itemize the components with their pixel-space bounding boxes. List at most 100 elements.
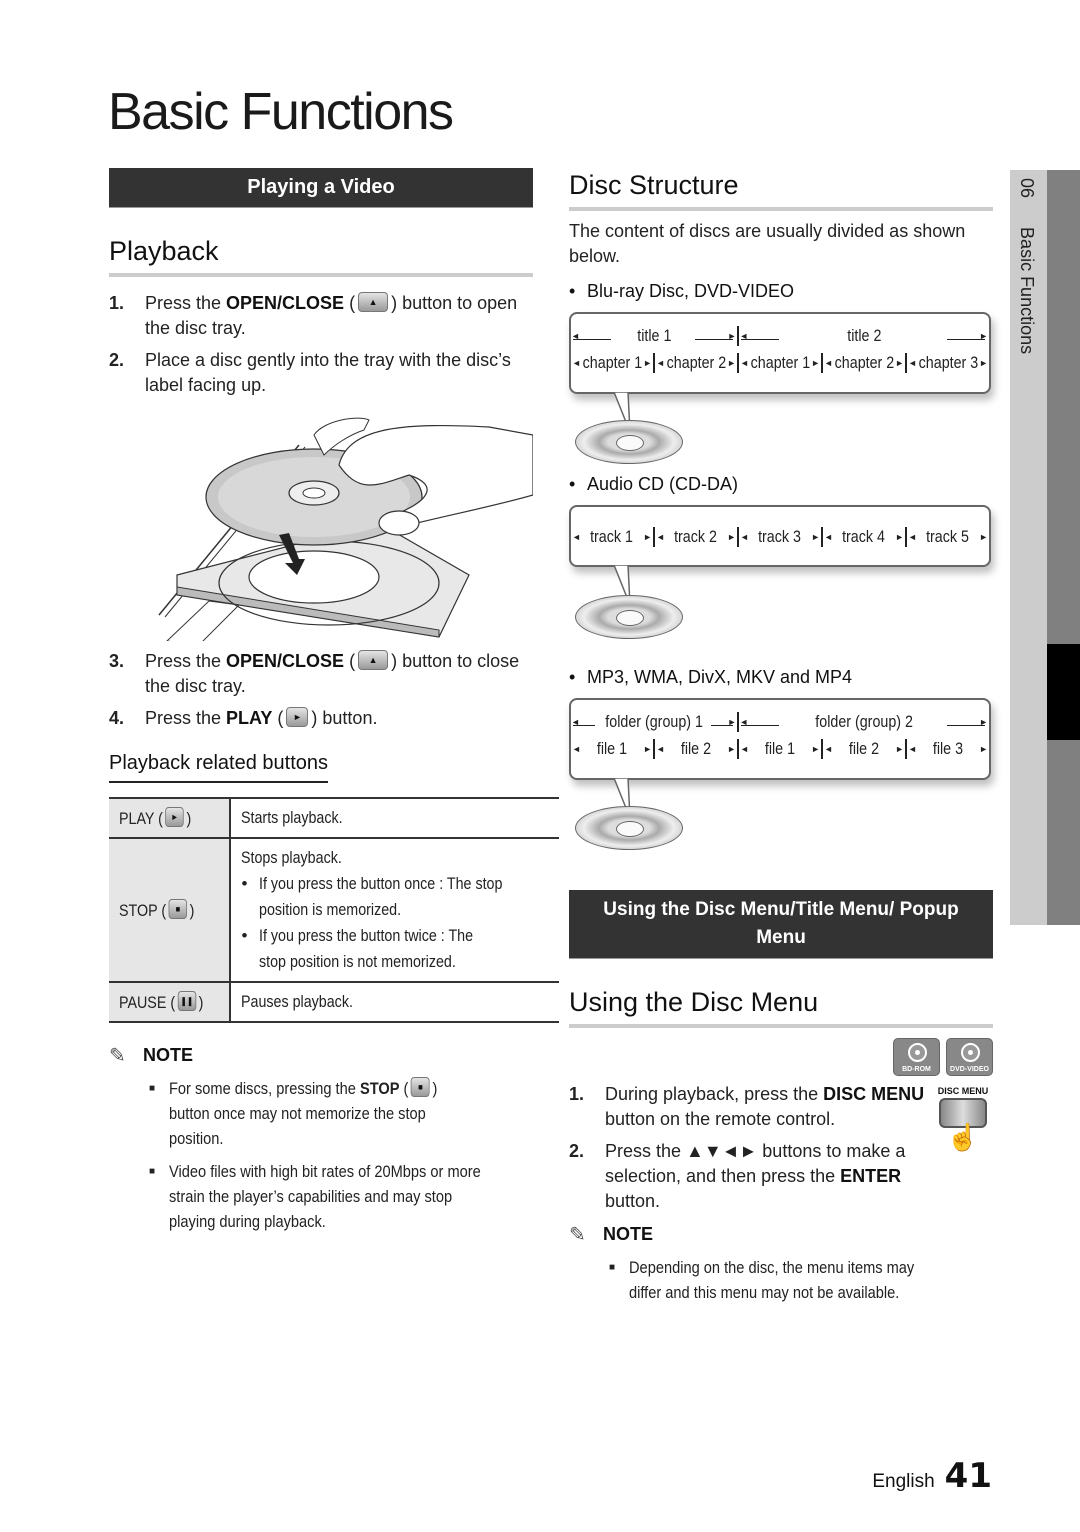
structure-bubble: ◄ track 1 ► ◄ track 2 ► ◄ track 3 ► ◄ track 4 ► … <box>569 505 991 567</box>
stop-button-icon: ■ <box>411 1077 430 1097</box>
right-column: Disc Structure The content of discs are … <box>569 170 993 1313</box>
disc-tray-illustration <box>109 405 534 646</box>
step-number: 2. <box>569 1141 585 1161</box>
group-segment: ◄ title 1 ► <box>571 325 740 346</box>
disc-icon <box>575 420 683 464</box>
item-segment: ◄ track 5 ► <box>905 526 989 547</box>
playback-buttons-table: PLAY (►) Starts playback. STOP (■) Stops… <box>109 797 560 1023</box>
chapter-tab-label: 06 Basic Functions <box>1016 178 1037 354</box>
step-2: 2. Press the ▲▼◄► buttons to make a sele… <box>569 1139 929 1214</box>
step-number: 4. <box>109 708 125 728</box>
heading-playback: Playback <box>109 236 533 277</box>
page-number: 41 <box>944 1456 992 1496</box>
section-bar-disc-menu: Using the Disc Menu/Title Menu/ Popup Me… <box>569 890 993 959</box>
subheading-playback-related-buttons: Playback related buttons <box>109 752 329 783</box>
square-bullet-icon: ■ <box>149 1083 156 1094</box>
item-segment: ◄ track 1 ► <box>572 526 652 546</box>
play-button-icon: ► <box>286 707 309 727</box>
step-number: 3. <box>109 651 125 671</box>
disc-type-label: • Audio CD (CD-DA) <box>569 474 739 494</box>
item-segment: ◄ track 4 ► <box>821 526 905 547</box>
item-segment: ◄ track 3 ► <box>737 526 821 547</box>
dvd-video-badge: DVD-VIDEO <box>946 1038 993 1076</box>
footer-language: English <box>872 1471 935 1492</box>
hand-inserting-disc-image <box>158 417 534 646</box>
item-segment: ◄ chapter 1 ► <box>572 352 652 372</box>
bd-rom-badge: BD-ROM <box>893 1038 940 1076</box>
disc-icon <box>575 595 683 639</box>
table-row: PLAY (►) Starts playback. <box>109 797 560 839</box>
intro-text: The content of discs are usually divided… <box>569 221 966 266</box>
section-bar-playing-a-video: Playing a Video <box>109 168 533 208</box>
disc-type-label: • Blu-ray Disc, DVD-VIDEO <box>569 281 795 301</box>
note-heading: ✎ NOTE <box>109 1045 194 1067</box>
step-4: 4. Press the PLAY (►) button. <box>109 706 533 731</box>
table-key: PLAY (►) <box>109 797 232 839</box>
table-value: Pauses playback. <box>230 981 560 1023</box>
pause-button-icon: ❚❚ <box>177 991 197 1011</box>
steps-close-and-play: 3. Press the OPEN/CLOSE (▲) button to cl… <box>109 649 533 731</box>
note-list: ■ For some discs, pressing the STOP (■) … <box>149 1076 533 1234</box>
note-item: ■ Depending on the disc, the menu items … <box>609 1255 993 1305</box>
stop-button-icon: ■ <box>168 899 188 919</box>
disc-structure-diagram-audio-cd: ◄ track 1 ► ◄ track 2 ► ◄ track 3 ► ◄ track 4 ► … <box>569 505 993 655</box>
item-segment: ◄ file 1 ► <box>572 738 652 758</box>
group-segment: ◄ folder (group) 1 ► <box>571 711 740 732</box>
heading-disc-structure: Disc Structure <box>569 170 993 211</box>
table-value: Stops playback. • If you press the button… <box>230 837 560 983</box>
page-footer: English 41 <box>872 1456 992 1496</box>
item-segment: ◄ track 2 ► <box>653 526 737 547</box>
chapter-number: 06 <box>1017 178 1037 199</box>
disc-structure-diagram-bluray: ◄ title 1 ► ◄ title 2 ► ◄ chapter 1 ► ◄ chapter… <box>569 312 993 464</box>
step-1: 1. During playback, press the DISC MENU … <box>569 1082 929 1132</box>
eject-button-icon: ▲ <box>358 292 389 312</box>
table-row: PAUSE (❚❚) Pauses playback. <box>109 981 560 1023</box>
disc-menu-steps: DISC MENU ☝ 1. During playback, press th… <box>569 1082 993 1214</box>
table-row: STOP (■) Stops playback. • If you press t… <box>109 837 560 983</box>
square-bullet-icon: ■ <box>609 1262 616 1273</box>
chapter-tab-marker <box>1047 644 1080 740</box>
item-segment: ◄ file 3 ► <box>905 738 989 759</box>
group-segment: ◄ folder (group) 2 ► <box>739 711 988 731</box>
step-1: 1. Press the OPEN/CLOSE (▲) button to op… <box>109 291 533 341</box>
left-column: Playing a Video Playback 1. Press the OP… <box>109 168 560 1242</box>
step-number: 2. <box>109 350 125 370</box>
remote-disc-menu-button-illustration: DISC MENU ☝ <box>933 1086 993 1153</box>
note-item: ■ For some discs, pressing the STOP (■) … <box>149 1076 533 1151</box>
disc-icon <box>575 806 683 850</box>
group-segment: ◄ title 2 ► <box>739 325 988 345</box>
item-segment: ◄ chapter 2 ► <box>653 352 737 373</box>
chapter-title: Basic Functions <box>1017 227 1037 355</box>
disc-icon <box>908 1043 927 1062</box>
item-segment: ◄ chapter 2 ► <box>821 352 905 373</box>
step-number: 1. <box>109 293 125 313</box>
chapter-tab-strip <box>1047 170 1080 925</box>
structure-bubble: ◄ folder (group) 1 ► ◄ folder (group) 2 ► ◄ f… <box>569 698 991 780</box>
note-item: ■ Video files with high bit rates of 20M… <box>149 1159 533 1234</box>
heading-using-disc-menu: Using the Disc Menu <box>569 987 993 1028</box>
note-list: ■ Depending on the disc, the menu items … <box>609 1255 993 1305</box>
table-key: PAUSE (❚❚) <box>109 981 232 1023</box>
steps-open-tray: 1. Press the OPEN/CLOSE (▲) button to op… <box>109 291 533 398</box>
disc-type-badges: BD-ROM DVD-VIDEO <box>569 1038 993 1076</box>
play-button-icon: ► <box>165 807 184 827</box>
step-text: Place a disc gently into the tray with t… <box>145 350 511 395</box>
step-text: Press the ▲▼◄► buttons to make a selecti… <box>605 1141 906 1211</box>
pointing-hand-icon: ☝ <box>946 1122 980 1152</box>
table-value: Starts playback. <box>230 797 560 839</box>
item-segment: ◄ chapter 1 ► <box>737 352 821 373</box>
disc-type-label: • MP3, WMA, DivX, MKV and MP4 <box>569 667 853 687</box>
step-number: 1. <box>569 1084 585 1104</box>
step-text: During playback, press the DISC MENU but… <box>605 1084 925 1129</box>
table-bullet: • If you press the button twice : The sto… <box>241 926 474 971</box>
square-bullet-icon: ■ <box>149 1166 156 1177</box>
structure-bubble: ◄ title 1 ► ◄ title 2 ► ◄ chapter 1 ► ◄ chapter… <box>569 312 991 394</box>
step-3: 3. Press the OPEN/CLOSE (▲) button to cl… <box>109 649 533 699</box>
item-segment: ◄ file 2 ► <box>653 738 737 759</box>
disc-icon <box>961 1043 980 1062</box>
step-2: 2. Place a disc gently into the tray wit… <box>109 348 533 398</box>
remote-button-label: DISC MENU <box>937 1086 989 1096</box>
pencil-icon: ✎ <box>109 1045 126 1067</box>
step-text: Press the PLAY (►) button. <box>145 707 378 728</box>
item-segment: ◄ file 1 ► <box>737 738 821 759</box>
